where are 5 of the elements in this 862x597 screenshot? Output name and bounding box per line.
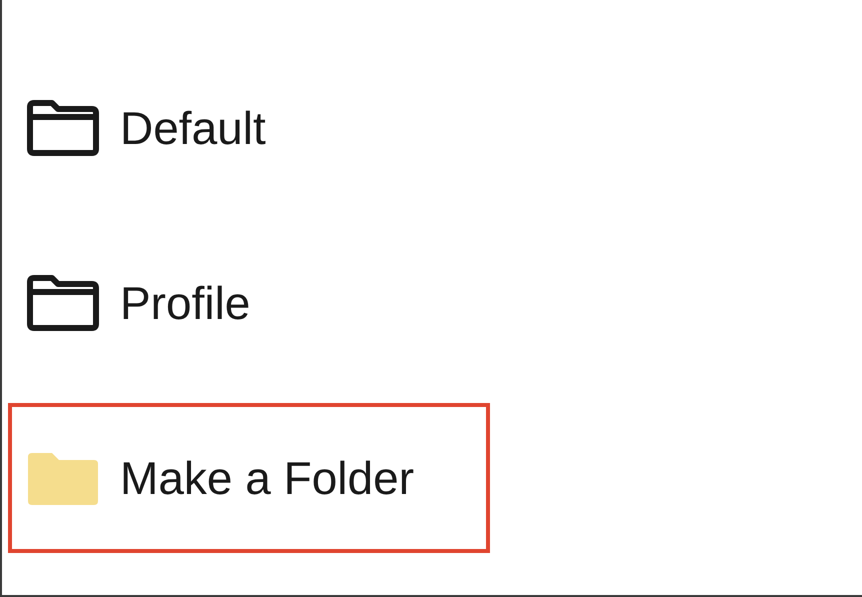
folder-label[interactable]: Make a Folder [120, 451, 414, 505]
folder-icon [26, 99, 100, 157]
folder-label[interactable]: Profile [120, 276, 250, 330]
folder-label[interactable]: Default [120, 101, 266, 155]
folder-icon [26, 274, 100, 332]
